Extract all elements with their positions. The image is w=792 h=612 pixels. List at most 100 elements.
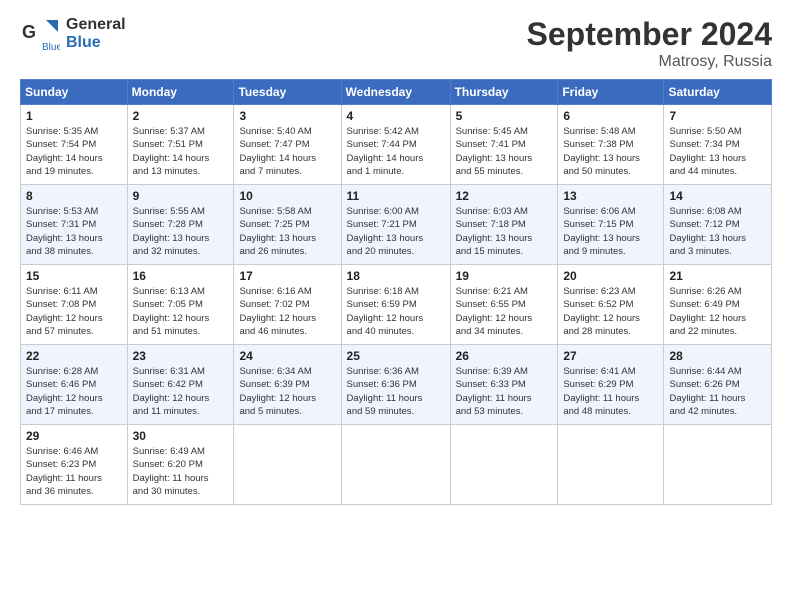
month-title: September 2024 (527, 16, 772, 53)
day-info: Sunrise: 5:45 AM Sunset: 7:41 PM Dayligh… (456, 125, 553, 178)
day-info: Sunrise: 6:06 AM Sunset: 7:15 PM Dayligh… (563, 205, 658, 258)
day-info: Sunrise: 5:55 AM Sunset: 7:28 PM Dayligh… (133, 205, 229, 258)
day-number: 11 (347, 189, 445, 203)
calendar-cell: 4 Sunrise: 5:42 AM Sunset: 7:44 PM Daylig… (341, 105, 450, 185)
day-info: Sunrise: 6:28 AM Sunset: 6:46 PM Dayligh… (26, 365, 122, 418)
calendar-cell: 13 Sunrise: 6:06 AM Sunset: 7:15 PM Dayli… (558, 185, 664, 265)
calendar-cell: 23Sunrise: 6:31 AM Sunset: 6:42 PM Dayli… (127, 345, 234, 425)
day-number: 1 (26, 109, 122, 123)
day-number: 9 (133, 189, 229, 203)
day-info: Sunrise: 6:23 AM Sunset: 6:52 PM Dayligh… (563, 285, 658, 338)
calendar-cell: 10 Sunrise: 5:58 AM Sunset: 7:25 PM Dayli… (234, 185, 341, 265)
day-number: 4 (347, 109, 445, 123)
calendar-cell: 8 Sunrise: 5:53 AM Sunset: 7:31 PM Daylig… (21, 185, 128, 265)
col-wednesday: Wednesday (341, 80, 450, 105)
calendar-cell (341, 425, 450, 505)
calendar-cell: 16Sunrise: 6:13 AM Sunset: 7:05 PM Dayli… (127, 265, 234, 345)
day-info: Sunrise: 5:58 AM Sunset: 7:25 PM Dayligh… (239, 205, 335, 258)
calendar-cell: 14Sunrise: 6:08 AM Sunset: 7:12 PM Dayli… (664, 185, 772, 265)
day-number: 15 (26, 269, 122, 283)
calendar-cell: 26 Sunrise: 6:39 AM Sunset: 6:33 PM Dayli… (450, 345, 558, 425)
week-row-1: 1 Sunrise: 5:35 AM Sunset: 7:54 PM Daylig… (21, 105, 772, 185)
calendar-cell (558, 425, 664, 505)
day-info: Sunrise: 6:18 AM Sunset: 6:59 PM Dayligh… (347, 285, 445, 338)
day-number: 2 (133, 109, 229, 123)
day-number: 18 (347, 269, 445, 283)
calendar-cell: 25 Sunrise: 6:36 AM Sunset: 6:36 PM Dayli… (341, 345, 450, 425)
day-number: 27 (563, 349, 658, 363)
day-number: 3 (239, 109, 335, 123)
calendar-cell: 2Sunrise: 5:37 AM Sunset: 7:51 PM Daylig… (127, 105, 234, 185)
day-info: Sunrise: 6:03 AM Sunset: 7:18 PM Dayligh… (456, 205, 553, 258)
day-number: 8 (26, 189, 122, 203)
day-number: 24 (239, 349, 335, 363)
day-number: 23 (133, 349, 229, 363)
day-info: Sunrise: 6:11 AM Sunset: 7:08 PM Dayligh… (26, 285, 122, 338)
calendar-cell (450, 425, 558, 505)
day-number: 28 (669, 349, 766, 363)
day-number: 26 (456, 349, 553, 363)
day-number: 10 (239, 189, 335, 203)
svg-text:Blue: Blue (42, 42, 60, 52)
day-info: Sunrise: 6:34 AM Sunset: 6:39 PM Dayligh… (239, 365, 335, 418)
location: Matrosy, Russia (527, 53, 772, 71)
day-number: 13 (563, 189, 658, 203)
day-number: 17 (239, 269, 335, 283)
day-number: 14 (669, 189, 766, 203)
calendar-cell: 20Sunrise: 6:23 AM Sunset: 6:52 PM Dayli… (558, 265, 664, 345)
calendar-cell: 28 Sunrise: 6:44 AM Sunset: 6:26 PM Dayli… (664, 345, 772, 425)
day-number: 16 (133, 269, 229, 283)
logo-text-blue: Blue (66, 34, 126, 52)
week-row-3: 15 Sunrise: 6:11 AM Sunset: 7:08 PM Dayli… (21, 265, 772, 345)
title-block: September 2024 Matrosy, Russia (527, 16, 772, 71)
calendar-cell: 11 Sunrise: 6:00 AM Sunset: 7:21 PM Dayli… (341, 185, 450, 265)
week-row-4: 22 Sunrise: 6:28 AM Sunset: 6:46 PM Dayli… (21, 345, 772, 425)
calendar-cell: 27 Sunrise: 6:41 AM Sunset: 6:29 PM Dayli… (558, 345, 664, 425)
calendar-cell: 30Sunrise: 6:49 AM Sunset: 6:20 PM Dayli… (127, 425, 234, 505)
header: G Blue General Blue September 2024 Matro… (20, 16, 772, 71)
calendar-cell (664, 425, 772, 505)
calendar-cell: 22 Sunrise: 6:28 AM Sunset: 6:46 PM Dayli… (21, 345, 128, 425)
day-number: 7 (669, 109, 766, 123)
day-number: 25 (347, 349, 445, 363)
calendar-cell: 3 Sunrise: 5:40 AM Sunset: 7:47 PM Daylig… (234, 105, 341, 185)
day-info: Sunrise: 6:00 AM Sunset: 7:21 PM Dayligh… (347, 205, 445, 258)
day-info: Sunrise: 6:36 AM Sunset: 6:36 PM Dayligh… (347, 365, 445, 418)
day-info: Sunrise: 5:40 AM Sunset: 7:47 PM Dayligh… (239, 125, 335, 178)
day-number: 29 (26, 429, 122, 443)
calendar-cell: 15 Sunrise: 6:11 AM Sunset: 7:08 PM Dayli… (21, 265, 128, 345)
week-row-5: 29Sunrise: 6:46 AM Sunset: 6:23 PM Dayli… (21, 425, 772, 505)
day-info: Sunrise: 5:35 AM Sunset: 7:54 PM Dayligh… (26, 125, 122, 178)
day-info: Sunrise: 5:42 AM Sunset: 7:44 PM Dayligh… (347, 125, 445, 178)
calendar-cell: 12 Sunrise: 6:03 AM Sunset: 7:18 PM Dayli… (450, 185, 558, 265)
day-info: Sunrise: 5:50 AM Sunset: 7:34 PM Dayligh… (669, 125, 766, 178)
day-number: 6 (563, 109, 658, 123)
logo-text-general: General (66, 16, 126, 34)
calendar-cell: 18 Sunrise: 6:18 AM Sunset: 6:59 PM Dayli… (341, 265, 450, 345)
day-info: Sunrise: 6:39 AM Sunset: 6:33 PM Dayligh… (456, 365, 553, 418)
day-number: 22 (26, 349, 122, 363)
calendar-cell: 17Sunrise: 6:16 AM Sunset: 7:02 PM Dayli… (234, 265, 341, 345)
day-info: Sunrise: 6:21 AM Sunset: 6:55 PM Dayligh… (456, 285, 553, 338)
calendar-header-row: Sunday Monday Tuesday Wednesday Thursday… (21, 80, 772, 105)
day-number: 19 (456, 269, 553, 283)
calendar-cell: 7 Sunrise: 5:50 AM Sunset: 7:34 PM Daylig… (664, 105, 772, 185)
day-number: 12 (456, 189, 553, 203)
day-info: Sunrise: 5:48 AM Sunset: 7:38 PM Dayligh… (563, 125, 658, 178)
calendar-cell: 9 Sunrise: 5:55 AM Sunset: 7:28 PM Daylig… (127, 185, 234, 265)
day-info: Sunrise: 6:41 AM Sunset: 6:29 PM Dayligh… (563, 365, 658, 418)
calendar-cell: 24 Sunrise: 6:34 AM Sunset: 6:39 PM Dayli… (234, 345, 341, 425)
week-row-2: 8 Sunrise: 5:53 AM Sunset: 7:31 PM Daylig… (21, 185, 772, 265)
logo-icon: G Blue (20, 16, 60, 52)
calendar-cell: 19 Sunrise: 6:21 AM Sunset: 6:55 PM Dayli… (450, 265, 558, 345)
day-info: Sunrise: 5:53 AM Sunset: 7:31 PM Dayligh… (26, 205, 122, 258)
calendar-cell: 21Sunrise: 6:26 AM Sunset: 6:49 PM Dayli… (664, 265, 772, 345)
day-info: Sunrise: 6:44 AM Sunset: 6:26 PM Dayligh… (669, 365, 766, 418)
calendar: Sunday Monday Tuesday Wednesday Thursday… (20, 79, 772, 505)
svg-text:G: G (22, 22, 36, 42)
calendar-cell: 5Sunrise: 5:45 AM Sunset: 7:41 PM Daylig… (450, 105, 558, 185)
calendar-cell: 6 Sunrise: 5:48 AM Sunset: 7:38 PM Daylig… (558, 105, 664, 185)
logo: G Blue General Blue (20, 16, 126, 52)
col-monday: Monday (127, 80, 234, 105)
col-thursday: Thursday (450, 80, 558, 105)
